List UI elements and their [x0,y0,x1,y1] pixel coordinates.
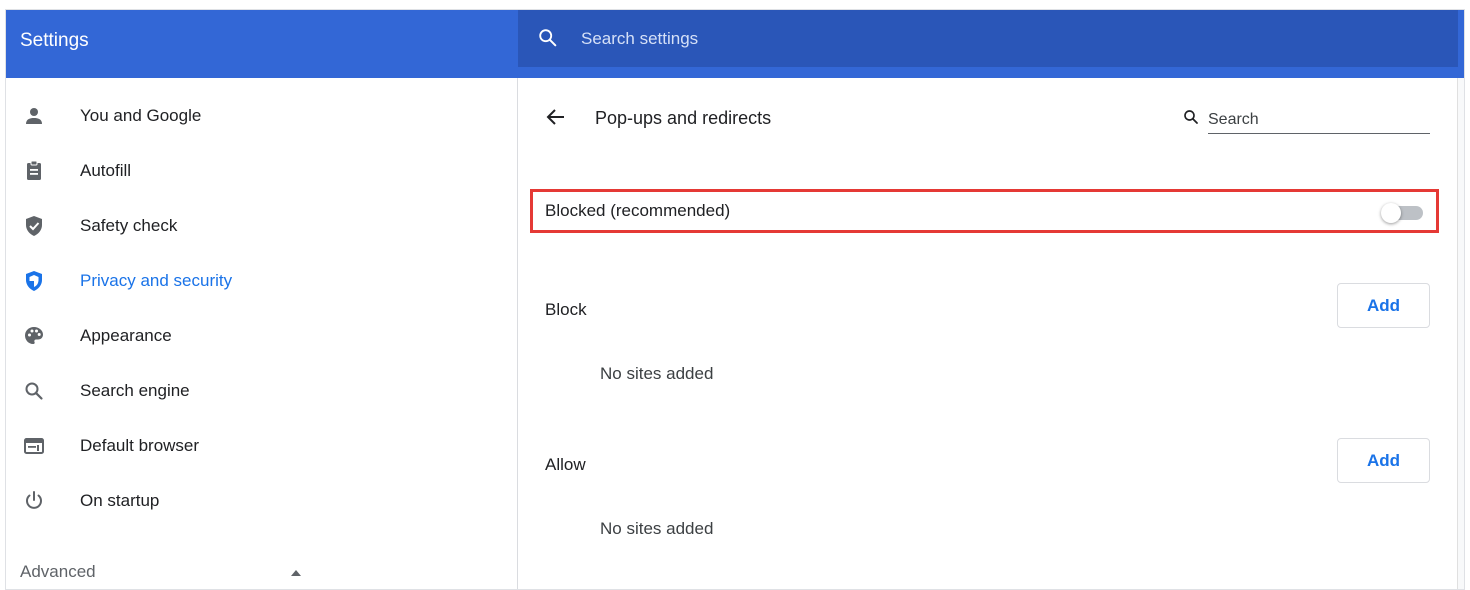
power-icon [26,491,42,509]
advanced-toggle[interactable]: Advanced [6,556,326,589]
sidebar-item-safety-check[interactable]: Safety check [6,204,517,248]
app-title: Settings [20,30,89,51]
page-title: Pop-ups and redirects [595,108,772,128]
palette-icon [25,327,43,344]
caret-up-icon [291,570,301,576]
sidebar-item-label: On startup [80,491,160,510]
sidebar-item-on-startup[interactable]: On startup [6,479,517,523]
advanced-label: Advanced [20,562,96,581]
blocked-setting-row: Blocked (recommended) [530,189,1439,233]
sidebar-item-label: You and Google [80,106,202,125]
back-arrow-icon[interactable] [544,105,568,129]
sidebar-item-autofill[interactable]: Autofill [6,149,517,193]
settings-search-bar[interactable]: Search settings [518,10,1458,67]
sidebar-item-appearance[interactable]: Appearance [6,314,517,358]
sidebar-item-label: Safety check [80,216,178,235]
toggle-knob [1381,203,1401,223]
sidebar-item-search-engine[interactable]: Search engine [6,369,517,413]
content-search[interactable] [1182,104,1430,136]
settings-search-input[interactable]: Search settings [581,29,698,49]
allow-empty-note: No sites added [600,519,714,538]
sidebar-item-label: Search engine [80,381,190,400]
allow-section-label: Allow [545,455,586,474]
sidebar-item-label: Default browser [80,436,200,455]
header-bar: Settings Search settings [6,10,1464,78]
sidebar-item-privacy-and-security[interactable]: Privacy and security [6,259,517,303]
blocked-toggle[interactable] [1381,203,1427,223]
blocked-setting-label: Blocked (recommended) [545,201,731,220]
browser-icon [24,438,44,454]
shield-icon [26,271,42,291]
content-search-input[interactable] [1208,104,1430,134]
search-icon [1184,110,1198,124]
sidebar-item-you-and-google[interactable]: You and Google [6,94,517,138]
search-icon [539,29,557,47]
search-icon [25,382,43,400]
block-add-button[interactable]: Add [1337,283,1430,328]
allow-add-button[interactable]: Add [1337,438,1430,483]
sidebar-item-label: Autofill [80,161,132,180]
sidebar-item-default-browser[interactable]: Default browser [6,424,517,468]
clipboard-icon [27,160,41,180]
block-empty-note: No sites added [600,364,714,383]
content-panel: Pop-ups and redirects Blocked (recommend… [518,78,1458,589]
sidebar-item-label: Appearance [80,326,172,345]
sidebar-item-label: Privacy and security [80,271,233,290]
settings-window: Settings Search settings You and Google [5,9,1465,590]
person-icon [26,108,42,124]
sidebar: You and Google Autofill Safety check Pri… [6,78,517,589]
block-section-label: Block [545,300,587,319]
shield-check-icon [26,216,42,236]
